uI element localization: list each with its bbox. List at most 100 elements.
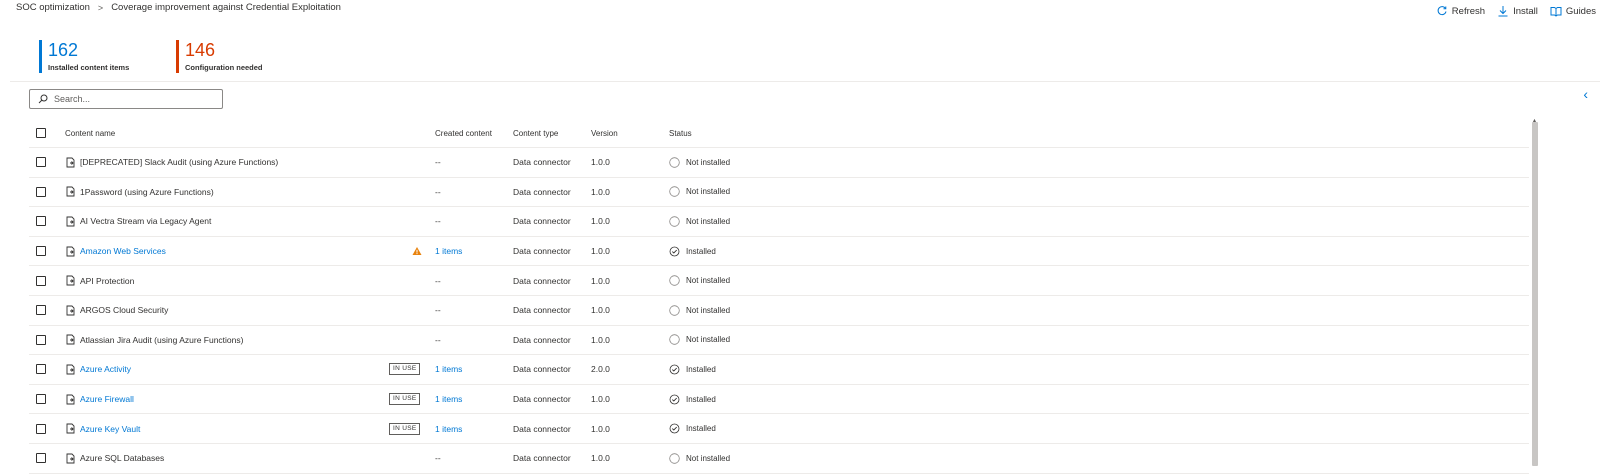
status-text: Not installed [686,276,731,286]
column-header-created-content[interactable]: Created content [435,119,492,147]
table-body: [DEPRECATED] Slack Audit (using Azure Fu… [29,148,1529,474]
created-content: -- [435,157,441,168]
content-name: Azure SQL Databases [80,453,165,464]
installed-label: Installed content items [48,63,130,72]
row-checkbox[interactable] [36,157,46,168]
created-content: -- [435,275,441,286]
row-checkbox[interactable] [36,246,46,257]
table-row[interactable]: Amazon Web Services 1 items Data connector… [29,237,1529,267]
collapse-panel-chevron-icon[interactable]: ‹ [1583,86,1588,102]
data-connector-icon [65,186,76,197]
row-checkbox[interactable] [36,186,46,197]
content-name[interactable]: Azure Key Vault [80,424,140,434]
content-type: Data connector [513,186,571,197]
not-installed-circle-icon [669,334,680,346]
version: 1.0.0 [591,275,610,286]
breadcrumb-root-link[interactable]: SOC optimization [16,2,90,13]
data-connector-icon [65,394,76,405]
status-text: Not installed [686,157,731,167]
table-row[interactable]: 1Password (using Azure Functions) -- Data … [29,178,1529,208]
data-connector-icon [65,334,76,345]
table-row[interactable]: Azure Activity IN USE 1 items Data connecto… [29,355,1529,385]
data-connector-icon [65,246,76,257]
row-checkbox[interactable] [36,423,46,434]
table-row[interactable]: Azure Firewall IN USE 1 items Data connecto… [29,385,1529,415]
content-type: Data connector [513,423,571,434]
created-content: -- [435,186,441,197]
table-row[interactable]: Azure SQL Databases -- Data connector 1.0.0… [29,444,1529,474]
content-type: Data connector [513,216,571,227]
not-installed-circle-icon [669,186,680,198]
data-connector-icon [65,364,76,375]
table-row[interactable]: Azure Key Vault IN USE 1 items Data connect… [29,414,1529,444]
breadcrumb: SOC optimization > Coverage improvement … [16,2,341,13]
content-name[interactable]: Amazon Web Services [80,246,166,256]
row-checkbox[interactable] [36,394,46,405]
breadcrumb-separator: > [97,2,104,13]
guides-button[interactable]: Guides [1550,5,1596,17]
column-header-status[interactable]: Status [669,119,692,147]
content-type: Data connector [513,275,571,286]
content-name[interactable]: Azure Activity [80,364,131,374]
install-button[interactable]: Install [1497,5,1538,17]
row-checkbox[interactable] [36,334,46,345]
table-row[interactable]: Atlassian Jira Audit (using Azure Functi… [29,326,1529,356]
in-use-badge: IN USE [389,422,421,435]
table-row[interactable]: API Protection -- Data connector 1.0.0 Not i… [29,266,1529,296]
created-content[interactable]: 1 items [435,364,462,374]
created-content: -- [435,305,441,316]
column-header-version[interactable]: Version [591,119,618,147]
search-icon [38,94,48,104]
table-row[interactable]: ARGOS Cloud Security -- Data connector 1.0.… [29,296,1529,326]
created-content[interactable]: 1 items [435,424,462,434]
table-row[interactable]: [DEPRECATED] Slack Audit (using Azure Fu… [29,148,1529,178]
search-input[interactable] [52,93,216,105]
in-use-badge: IN USE [389,393,421,406]
refresh-icon [1437,6,1447,16]
not-installed-circle-icon [669,453,680,464]
configuration-label: Configuration needed [185,63,263,72]
select-all-checkbox[interactable] [36,128,46,138]
installed-count: 162 [48,40,79,60]
not-installed-circle-icon [669,305,680,316]
installed-check-icon [669,364,680,375]
installed-check-icon [669,423,680,434]
status-text: Not installed [686,335,731,345]
search-box[interactable] [29,89,223,109]
status-text: Not installed [686,216,731,226]
content-name: 1Password (using Azure Functions) [80,186,214,197]
status-text: Installed [686,246,716,256]
data-connector-icon [65,157,76,168]
version: 1.0.0 [591,157,610,168]
table-row[interactable]: AI Vectra Stream via Legacy Agent -- Data … [29,207,1529,237]
breadcrumb-current: Coverage improvement against Credential … [111,2,341,13]
refresh-button[interactable]: Refresh [1436,5,1485,17]
version: 1.0.0 [591,423,610,434]
version: 1.0.0 [591,453,610,464]
vertical-scrollbar[interactable] [1532,122,1538,466]
content-type: Data connector [513,453,571,464]
configuration-needed-stat: 146 Configuration needed [176,40,263,73]
version: 1.0.0 [591,394,610,405]
content-name: ARGOS Cloud Security [80,305,169,316]
created-content[interactable]: 1 items [435,246,462,256]
row-checkbox[interactable] [36,216,46,227]
content-name: AI Vectra Stream via Legacy Agent [80,216,212,227]
data-connector-icon [65,453,76,464]
row-checkbox[interactable] [36,453,46,464]
content-table: Content name Created content Content typ… [29,119,1529,474]
version: 2.0.0 [591,364,610,375]
row-checkbox[interactable] [36,275,46,286]
table-header-row: Content name Created content Content typ… [29,119,1529,148]
column-header-content-name[interactable]: Content name [65,119,115,147]
row-checkbox[interactable] [36,364,46,375]
row-checkbox[interactable] [36,305,46,316]
status-text: Installed [686,394,716,404]
version: 1.0.0 [591,246,610,257]
column-header-content-type[interactable]: Content type [513,119,558,147]
created-content: -- [435,453,441,464]
content-type: Data connector [513,334,571,345]
in-use-badge: IN USE [389,363,421,376]
created-content[interactable]: 1 items [435,394,462,404]
content-name[interactable]: Azure Firewall [80,394,134,404]
